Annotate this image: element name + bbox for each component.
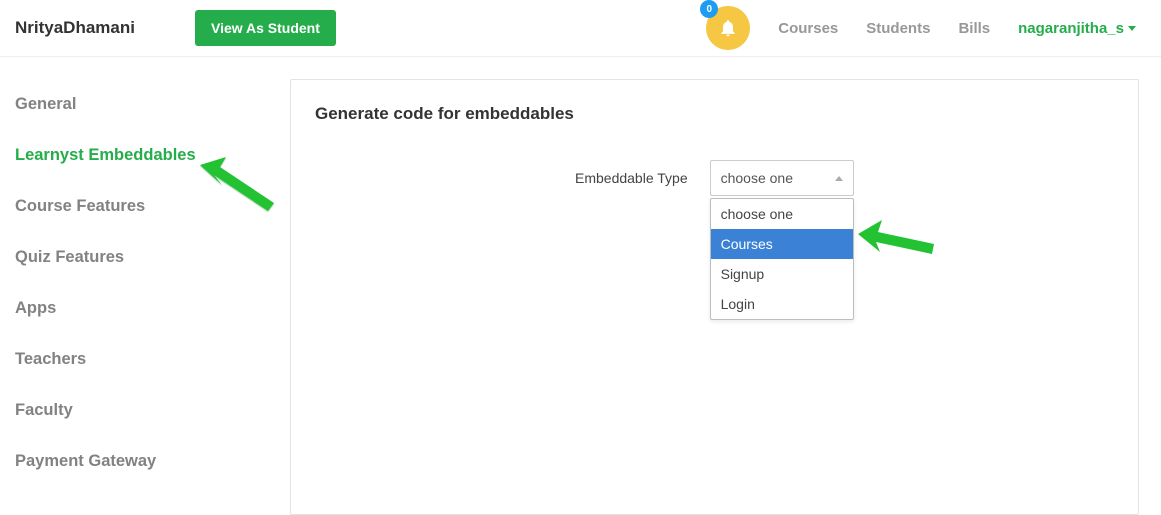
notification-count-badge: 0	[700, 0, 718, 18]
select-current-value: choose one	[721, 170, 793, 186]
dropdown-option-signup[interactable]: Signup	[711, 259, 853, 289]
embeddable-type-dropdown: choose one Courses Signup Login	[710, 198, 854, 320]
nav-courses[interactable]: Courses	[778, 20, 838, 37]
dropdown-option-choose-one[interactable]: choose one	[711, 199, 853, 229]
sidebar-item-course-features[interactable]: Course Features	[15, 181, 290, 232]
nav-bills[interactable]: Bills	[958, 20, 990, 37]
top-header: NrityaDhamani View As Student 0 Courses …	[0, 0, 1161, 57]
bell-icon	[718, 18, 738, 38]
select-caret-icon	[835, 176, 843, 181]
sidebar-item-teachers[interactable]: Teachers	[15, 334, 290, 385]
notification-bell-button[interactable]: 0	[706, 6, 750, 50]
dropdown-option-courses[interactable]: Courses	[711, 229, 853, 259]
brand-title: NrityaDhamani	[15, 18, 135, 38]
user-name: nagaranjitha_s	[1018, 20, 1124, 37]
main-panel: Generate code for embeddables Embeddable…	[290, 79, 1139, 515]
sidebar-item-general[interactable]: General	[15, 79, 290, 130]
user-menu[interactable]: nagaranjitha_s	[1018, 20, 1136, 37]
view-as-student-button[interactable]: View As Student	[195, 10, 336, 46]
dropdown-option-login[interactable]: Login	[711, 289, 853, 319]
caret-down-icon	[1128, 26, 1136, 31]
sidebar-item-apps[interactable]: Apps	[15, 283, 290, 334]
settings-sidebar: General Learnyst Embeddables Course Feat…	[0, 79, 290, 515]
embeddable-type-select[interactable]: choose one	[710, 160, 854, 196]
embeddable-type-label: Embeddable Type	[575, 160, 688, 186]
panel-title: Generate code for embeddables	[315, 104, 1114, 124]
embeddable-type-row: Embeddable Type choose one choose one Co…	[575, 160, 1114, 196]
body-wrap: General Learnyst Embeddables Course Feat…	[0, 57, 1161, 515]
embeddable-type-select-wrap: choose one choose one Courses Signup Log…	[710, 160, 854, 196]
sidebar-item-faculty[interactable]: Faculty	[15, 385, 290, 436]
sidebar-item-quiz-features[interactable]: Quiz Features	[15, 232, 290, 283]
sidebar-item-learnyst-embeddables[interactable]: Learnyst Embeddables	[15, 130, 290, 181]
nav-students[interactable]: Students	[866, 20, 930, 37]
header-right-nav: 0 Courses Students Bills nagaranjitha_s	[706, 6, 1146, 50]
sidebar-item-payment-gateway[interactable]: Payment Gateway	[15, 436, 290, 487]
